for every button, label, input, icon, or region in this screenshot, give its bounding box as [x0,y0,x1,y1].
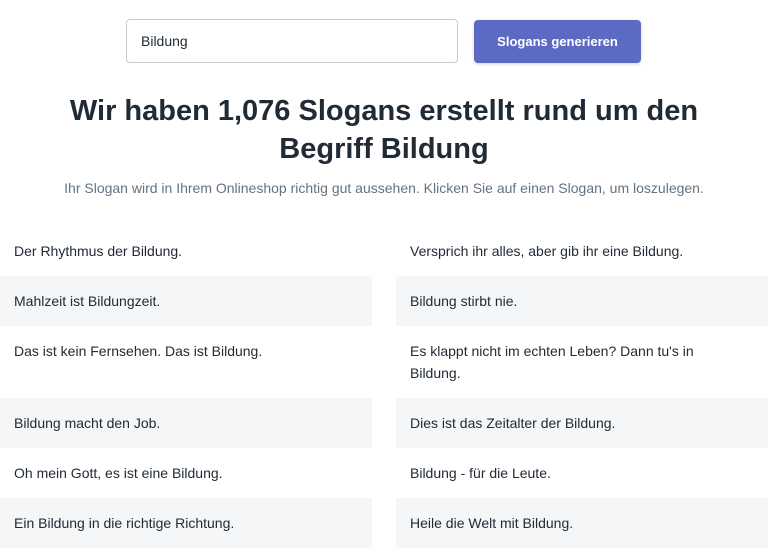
slogan-item[interactable]: Mahlzeit ist Bildungzeit. [0,276,372,326]
slogan-item[interactable]: Oh mein Gott, es ist eine Bildung. [0,448,372,498]
slogan-item[interactable]: Heile die Welt mit Bildung. [396,498,768,548]
slogan-item[interactable]: Bildung stirbt nie. [396,276,768,326]
slogan-item[interactable]: Bildung - für die Leute. [396,448,768,498]
slogan-item[interactable]: Dies ist das Zeitalter der Bildung. [396,398,768,448]
generate-slogans-button[interactable]: Slogans generieren [474,20,641,63]
slogan-item[interactable]: Ein Bildung in die richtige Richtung. [0,498,372,548]
slogan-item[interactable]: Es klappt nicht im echten Leben? Dann tu… [396,326,768,398]
slogan-item[interactable]: Bildung macht den Job. [0,398,372,448]
slogan-item[interactable]: Der Rhythmus der Bildung. [0,226,372,276]
slogan-item[interactable]: Versprich ihr alles, aber gib ihr eine B… [396,226,768,276]
page-subtitle: Ihr Slogan wird in Ihrem Onlineshop rich… [64,180,704,196]
search-input[interactable] [126,19,458,63]
page-title: Wir haben 1,076 Slogans erstellt rund um… [69,95,699,165]
slogan-item[interactable]: Das ist kein Fernsehen. Das ist Bildung. [0,326,372,398]
search-row: Slogans generieren [0,19,768,63]
slogan-grid: Der Rhythmus der Bildung. Versprich ihr … [0,226,768,548]
